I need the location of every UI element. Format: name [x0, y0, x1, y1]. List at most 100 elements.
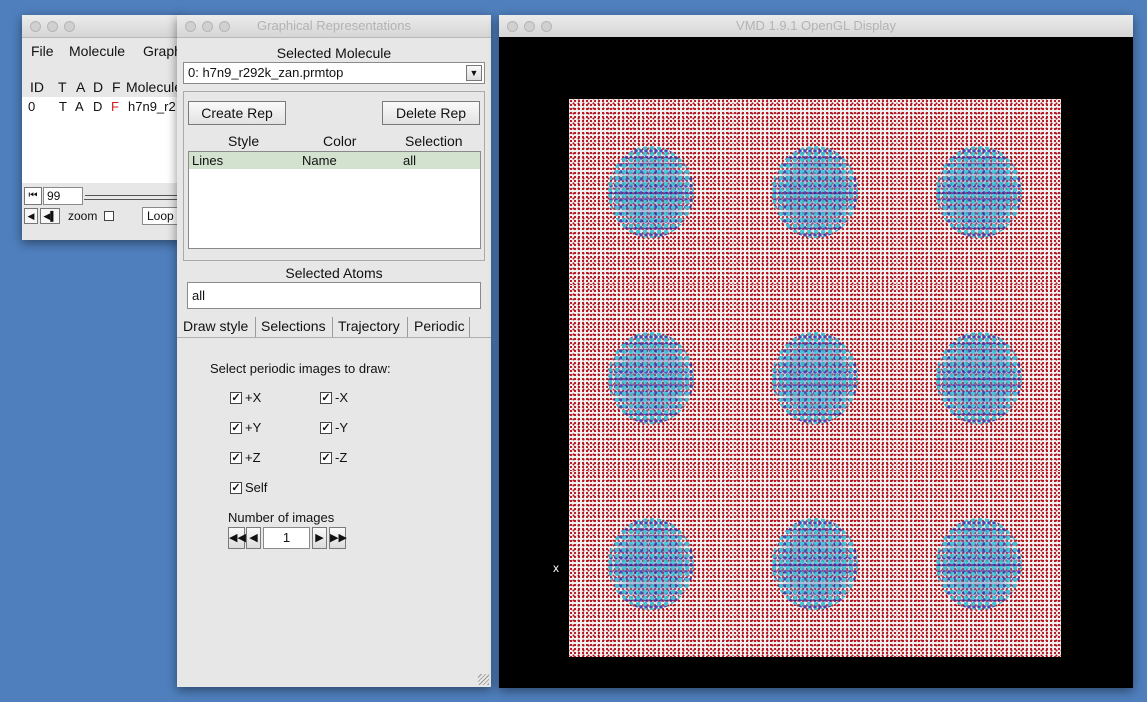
col-active[interactable]: A [76, 79, 85, 95]
mol-active-flag[interactable]: A [75, 99, 84, 114]
checkbox-plus-z[interactable]: ✓ [230, 452, 242, 464]
resize-grip-icon[interactable] [478, 674, 489, 685]
tab-selections[interactable]: Selections [261, 318, 326, 334]
vmd-main-window: File Molecule Graph ID T A D F Molecule … [22, 15, 182, 240]
close-icon[interactable] [30, 21, 41, 32]
label-plus-x: +X [245, 390, 262, 405]
skip-to-start-icon[interactable]: ◀◀ [228, 527, 246, 549]
checkbox-minus-x[interactable]: ✓ [320, 392, 332, 404]
periodic-image-cell [733, 99, 897, 285]
tab-divider [407, 317, 408, 337]
minimize-icon[interactable] [47, 21, 58, 32]
menu-molecule[interactable]: Molecule [69, 43, 125, 59]
selected-molecule-dropdown[interactable]: 0: h7n9_r292k_zan.prmtop ▼ [183, 62, 485, 84]
skip-to-end-icon[interactable]: ▶▶ [329, 527, 347, 549]
tab-trajectory[interactable]: Trajectory [338, 318, 400, 334]
selected-molecule-value: 0: h7n9_r292k_zan.prmtop [188, 65, 344, 80]
zoom-label: zoom [68, 209, 98, 223]
checkbox-self[interactable]: ✓ [230, 482, 242, 494]
play-reverse-icon[interactable]: ◀▌ [40, 208, 60, 224]
col-selection[interactable]: Selection [405, 133, 463, 149]
mol-name: h7n9_r2 [128, 99, 176, 114]
protein-image [608, 518, 694, 610]
frame-input[interactable]: 99 [43, 187, 83, 205]
protein-image [608, 332, 694, 424]
col-color[interactable]: Color [323, 133, 356, 149]
label-minus-y: -Y [335, 420, 348, 435]
rep-style: Lines [192, 153, 224, 168]
tab-divider [469, 317, 470, 337]
mol-drawn-flag[interactable]: D [93, 99, 102, 114]
opengl-display-window: VMD 1.9.1 OpenGL Display x [499, 15, 1133, 688]
protein-image [936, 518, 1022, 610]
selected-atoms-label: Selected Atoms [285, 265, 383, 281]
label-self: Self [245, 480, 268, 495]
selected-molecule-label: Selected Molecule [276, 45, 392, 61]
graphical-representations-window: Graphical Representations Selected Molec… [177, 15, 491, 687]
main-menubar: File Molecule Graph [22, 38, 182, 63]
frame-slider-track [84, 199, 182, 201]
col-molecule[interactable]: Molecule [126, 79, 182, 95]
protein-image [936, 332, 1022, 424]
periodic-image-cell [569, 99, 733, 285]
col-id[interactable]: ID [30, 79, 44, 95]
periodic-image-cell [897, 285, 1061, 471]
protein-image [772, 146, 858, 238]
col-style[interactable]: Style [228, 133, 259, 149]
selected-atoms-input[interactable]: all [187, 282, 481, 309]
periodic-image-cell [897, 99, 1061, 285]
col-fixed[interactable]: F [112, 79, 121, 95]
col-drawn[interactable]: D [93, 79, 103, 95]
rep-selection: all [403, 153, 417, 168]
zoom-checkbox[interactable] [104, 211, 114, 221]
increment-icon[interactable]: ▶ [312, 527, 327, 549]
loop-select[interactable]: Loop [142, 207, 182, 225]
checkbox-plus-x[interactable]: ✓ [230, 392, 242, 404]
reps-titlebar: Graphical Representations [177, 15, 491, 38]
periodic-image-cell [733, 471, 897, 657]
checkbox-plus-y[interactable]: ✓ [230, 422, 242, 434]
col-top[interactable]: T [58, 79, 67, 95]
protein-image [772, 518, 858, 610]
label-minus-z: -Z [335, 450, 348, 465]
reps-list[interactable]: Lines Name all [188, 151, 481, 249]
label-plus-y: +Y [245, 420, 262, 435]
protein-image [772, 332, 858, 424]
protein-image [608, 146, 694, 238]
chevron-down-icon[interactable]: ▼ [466, 65, 482, 81]
tab-draw-style[interactable]: Draw style [183, 318, 248, 334]
create-rep-button[interactable]: Create Rep [188, 101, 286, 125]
mol-top-flag[interactable]: T [59, 99, 67, 114]
delete-rep-button[interactable]: Delete Rep [382, 101, 480, 125]
mol-fixed-flag[interactable]: F [111, 99, 119, 114]
frame-slider[interactable] [85, 195, 182, 197]
decrement-icon[interactable]: ◀ [246, 527, 261, 549]
label-minus-x: -X [335, 390, 348, 405]
protein-image [936, 146, 1022, 238]
periodic-prompt: Select periodic images to draw: [210, 361, 391, 376]
tab-divider [332, 317, 333, 337]
zoom-icon[interactable] [64, 21, 75, 32]
mol-id: 0 [28, 99, 36, 114]
rewind-icon[interactable]: ⏮ [24, 187, 42, 205]
gl-window-title: VMD 1.9.1 OpenGL Display [736, 18, 896, 33]
periodic-image-cell [569, 471, 733, 657]
molecule-viewport[interactable]: x [499, 37, 1133, 688]
checkbox-minus-z[interactable]: ✓ [320, 452, 332, 464]
gl-titlebar: VMD 1.9.1 OpenGL Display [499, 15, 1133, 38]
rep-color: Name [302, 153, 337, 168]
tab-periodic[interactable]: Periodic [414, 318, 465, 334]
tab-divider [255, 317, 256, 337]
checkbox-minus-y[interactable]: ✓ [320, 422, 332, 434]
periodic-image-cell [569, 285, 733, 471]
step-back-icon[interactable]: ◀ [24, 208, 38, 224]
table-row[interactable]: Lines Name all [189, 152, 480, 169]
menu-file[interactable]: File [31, 43, 54, 59]
axis-marker: x [553, 561, 559, 575]
num-images-label: Number of images [228, 510, 335, 525]
reps-window-title: Graphical Representations [257, 18, 411, 33]
label-plus-z: +Z [245, 450, 261, 465]
num-images-input[interactable]: 1 [263, 527, 310, 549]
main-titlebar [22, 15, 182, 38]
periodic-image-cell [733, 285, 897, 471]
